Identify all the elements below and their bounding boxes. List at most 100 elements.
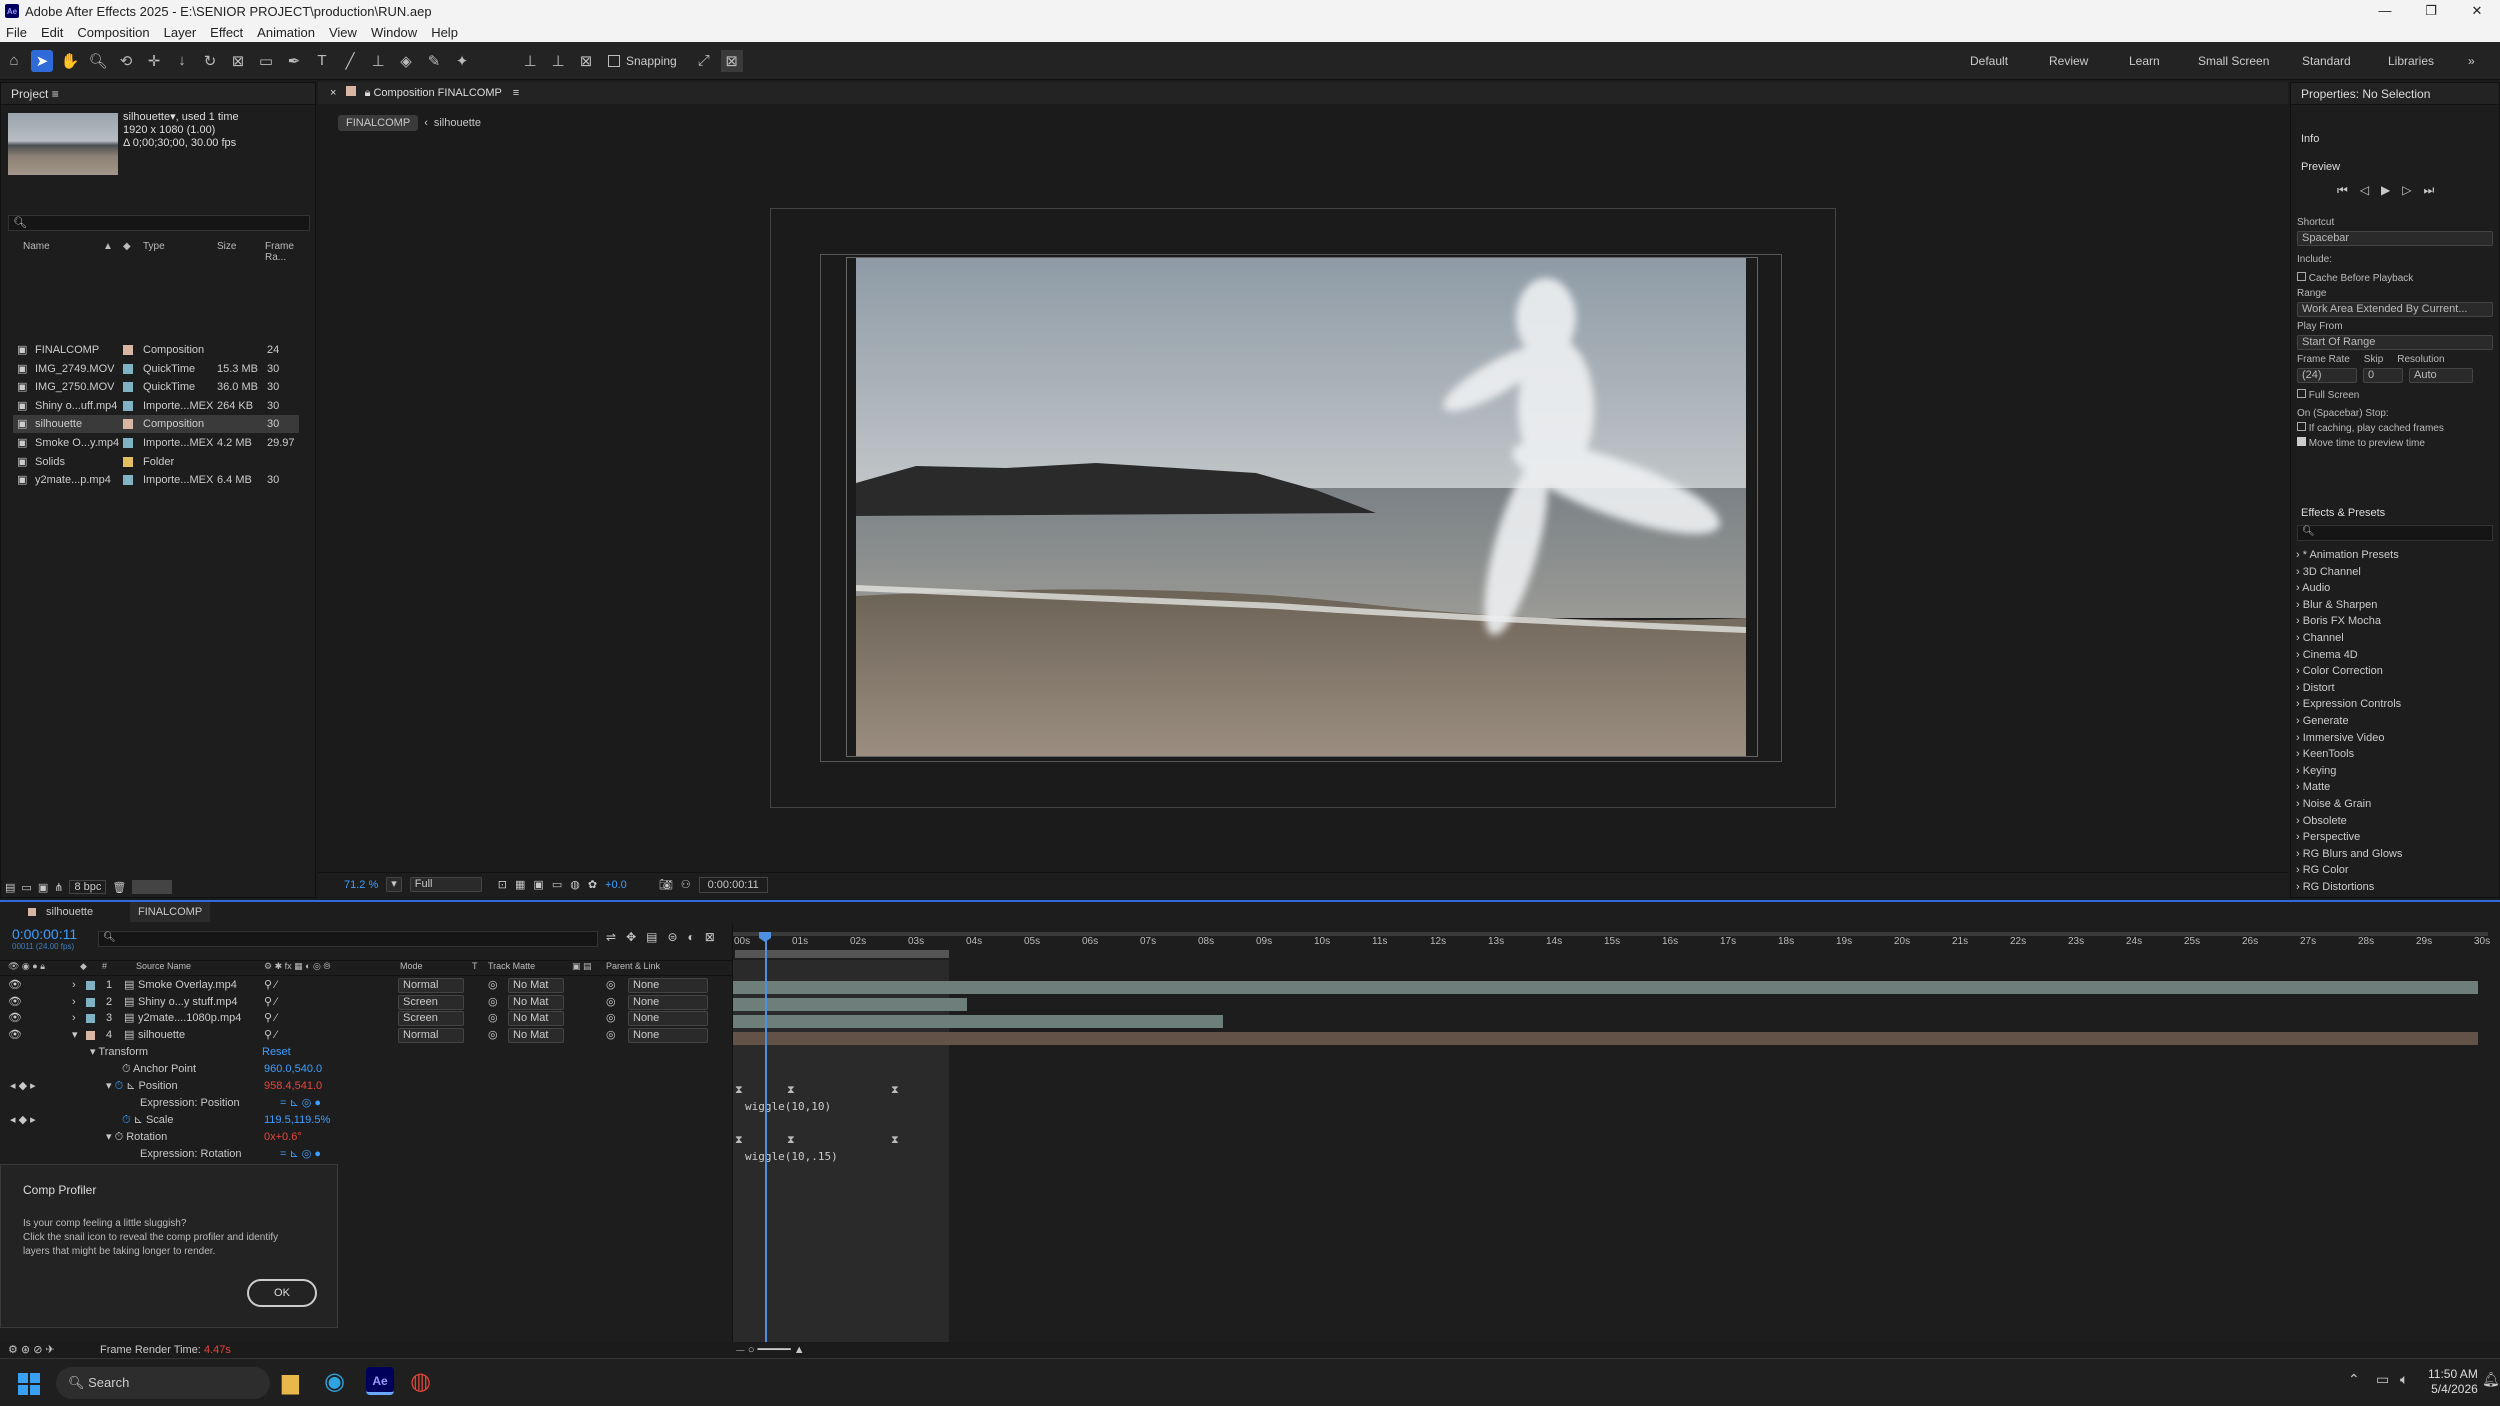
effects-category[interactable]: › 3D Channel [2296, 566, 2361, 578]
framerate-dropdown[interactable]: (24) [2297, 368, 2357, 383]
effects-category[interactable]: › Immersive Video [2296, 732, 2384, 744]
matte-link-icon[interactable]: ◎ [488, 977, 498, 994]
zoom-slider-icon[interactable]: ⏤ ○ ━━━━━ ▲ [736, 1342, 805, 1358]
rectangle-tool-icon[interactable]: ▭ [255, 50, 277, 72]
cache-checkbox[interactable] [2297, 272, 2306, 281]
flowchart-icon[interactable]: ⋔ [54, 881, 63, 894]
movetime-checkbox[interactable] [2297, 437, 2306, 446]
keyframe-icon[interactable]: ⧗ [891, 1134, 899, 1147]
keyframe-icon[interactable]: ⧗ [891, 1084, 899, 1097]
timeline-layer-row[interactable]: 👁︎ › 3 ▤ y2mate....1080p.mp4 ⚲ ⁄ Screen … [0, 1010, 732, 1027]
layer-name[interactable]: Shiny o...y stuff.mp4 [138, 994, 237, 1011]
project-tab[interactable]: Project ≡ [1, 83, 315, 105]
comp-mini-flowchart-icon[interactable]: ⇌ [606, 930, 616, 944]
project-item[interactable]: ▣ Smoke O...y.mp4 Importe...MEX 4.2 MB 2… [13, 434, 313, 452]
bpc-button[interactable]: 8 bpc [69, 880, 107, 894]
effects-search-input[interactable]: 🔍︎ [2297, 525, 2493, 541]
timeline-search-input[interactable]: 🔍︎ [98, 931, 598, 947]
workspace-standard[interactable]: Standard [2302, 42, 2351, 80]
transform-reset[interactable]: Reset [262, 1044, 291, 1061]
track-matte-dropdown[interactable]: No Mat [508, 978, 564, 993]
selection-tool-icon[interactable]: ➤ [31, 49, 53, 72]
taskbar-search[interactable]: 🔍︎ Search [56, 1367, 270, 1399]
panel-menu-icon[interactable]: ≡ [513, 87, 519, 99]
label-col-icon[interactable]: ◆ [123, 241, 131, 252]
visibility-icon[interactable]: 👁︎ [8, 994, 22, 1011]
pan-behind-tool-icon[interactable]: ⊠ [227, 50, 249, 72]
crumb-finalcomp[interactable]: FINALCOMP [338, 115, 419, 131]
effects-category[interactable]: › Perspective [2296, 831, 2360, 843]
menu-animation[interactable]: Animation [257, 25, 315, 40]
playhead-handle-icon[interactable] [759, 932, 771, 942]
pickwhip-icon[interactable]: ◎ [606, 1010, 616, 1027]
shortcut-dropdown[interactable]: Spacebar [2297, 231, 2493, 246]
region-of-interest-icon[interactable]: ⊡ [498, 878, 507, 891]
roto-brush-tool-icon[interactable]: ✎ [423, 50, 445, 72]
layer-bar-2[interactable] [733, 998, 967, 1011]
visibility-icon[interactable]: 👁︎ [8, 1010, 22, 1027]
layer-mode-dropdown[interactable]: Normal [398, 978, 464, 993]
crumb-silhouette[interactable]: silhouette [434, 117, 481, 129]
snap-edges-icon[interactable]: ⤢ [693, 50, 715, 72]
visibility-icon[interactable]: 👁︎ [8, 977, 22, 994]
effects-category[interactable]: › KeenTools [2296, 748, 2354, 760]
graph-editor-icon[interactable]: ⊠ [705, 930, 715, 944]
shy-icon[interactable]: ▤ [646, 930, 657, 944]
effects-category[interactable]: › RG Blurs and Glows [2296, 848, 2402, 860]
effects-category[interactable]: › Generate [2296, 715, 2349, 727]
rotation-value[interactable]: 0x+0.6° [264, 1129, 302, 1146]
fullscreen-checkbox[interactable] [2297, 389, 2306, 398]
expression-code-rotation[interactable]: wiggle(10,.15) [745, 1150, 838, 1163]
close-button[interactable]: ✕ [2454, 0, 2500, 22]
first-frame-icon[interactable]: ⏮ [2337, 183, 2348, 198]
windows-start-icon[interactable] [18, 1373, 40, 1395]
snapshot-icon[interactable]: 📷︎ [659, 878, 673, 891]
layer-switch-icons[interactable]: ⚲ ⁄ [264, 994, 277, 1011]
comp-viewer[interactable] [856, 258, 1746, 756]
axis-view-icon[interactable]: ⊠ [575, 50, 597, 72]
playhead[interactable] [765, 938, 767, 1344]
source-name-col[interactable]: Source Name [136, 961, 191, 971]
layer-name[interactable]: Smoke Overlay.mp4 [138, 977, 237, 994]
minimize-button[interactable]: — [2362, 0, 2408, 22]
anchor-value[interactable]: 960.0,540.0 [264, 1061, 322, 1078]
layer-switch-icons[interactable]: ⚲ ⁄ [264, 1010, 277, 1027]
axis-local-icon[interactable]: ⊥ [519, 50, 541, 72]
volume-icon[interactable]: 🔈︎ [2400, 1371, 2408, 1388]
file-explorer-icon[interactable]: ▆ [282, 1369, 299, 1395]
eraser-tool-icon[interactable]: ◈ [395, 50, 417, 72]
keyframe-icon[interactable]: ⧗ [735, 1084, 743, 1097]
layer-name[interactable]: silhouette [138, 1027, 185, 1044]
keyframe-icon[interactable]: ⧗ [787, 1084, 795, 1097]
expression-controls-icons-rot[interactable]: = ⊾ ◎ ● [280, 1146, 321, 1163]
layer-mode-dropdown[interactable]: Screen [398, 1011, 464, 1027]
timeline-graph[interactable]: wiggle(10,10) wiggle(10,.15) ⧗ ⧗ ⧗ ⧗ ⧗ ⧗ [732, 924, 2488, 1344]
effects-category[interactable]: › Color Correction [2296, 665, 2383, 677]
skip-dropdown[interactable]: 0 [2363, 368, 2403, 383]
matte-link-icon[interactable]: ◎ [488, 1027, 498, 1044]
frame-blending-icon[interactable]: ⊜ [667, 930, 677, 944]
current-time-display[interactable]: 0:00:00:11 [698, 876, 768, 893]
keyframe-icon[interactable]: ⧗ [735, 1134, 743, 1147]
next-frame-icon[interactable]: ▷ [2402, 183, 2411, 198]
status-switch-icons[interactable]: ⚙ ⊛ ⊘ ✈ [8, 1342, 55, 1358]
workspace-review[interactable]: Review [2049, 42, 2088, 80]
layer-switch-icons[interactable]: ⚲ ⁄ [264, 1027, 277, 1044]
effects-category[interactable]: › Cinema 4D [2296, 649, 2358, 661]
puppet-pin-tool-icon[interactable]: ✦ [451, 50, 473, 72]
show-snapshot-icon[interactable]: ⚇ [681, 878, 691, 891]
ifcaching-checkbox[interactable] [2297, 422, 2306, 431]
keyframe-nav-icons[interactable]: ◂ ◆ ▸ [10, 1078, 36, 1095]
layer-bar-1[interactable] [733, 981, 2478, 994]
rotate-tool-icon[interactable]: ↻ [199, 50, 221, 72]
project-item[interactable]: ▣ IMG_2749.MOV QuickTime 15.3 MB 30 [13, 360, 313, 378]
transparency-grid-icon[interactable]: ▦ [515, 878, 525, 891]
track-matte-dropdown[interactable]: No Mat [508, 1027, 564, 1043]
hand-tool-icon[interactable]: ✋ [59, 50, 81, 72]
comp-tab-title[interactable]: Composition FINALCOMP [373, 87, 501, 99]
axis-world-icon[interactable]: ⊥ [547, 50, 569, 72]
parent-dropdown[interactable]: None [628, 1027, 708, 1043]
profiler-ok-button[interactable]: OK [247, 1279, 317, 1307]
visibility-icon[interactable]: 👁︎ [8, 1027, 22, 1044]
workspace-more-icon[interactable]: » [2468, 42, 2475, 80]
